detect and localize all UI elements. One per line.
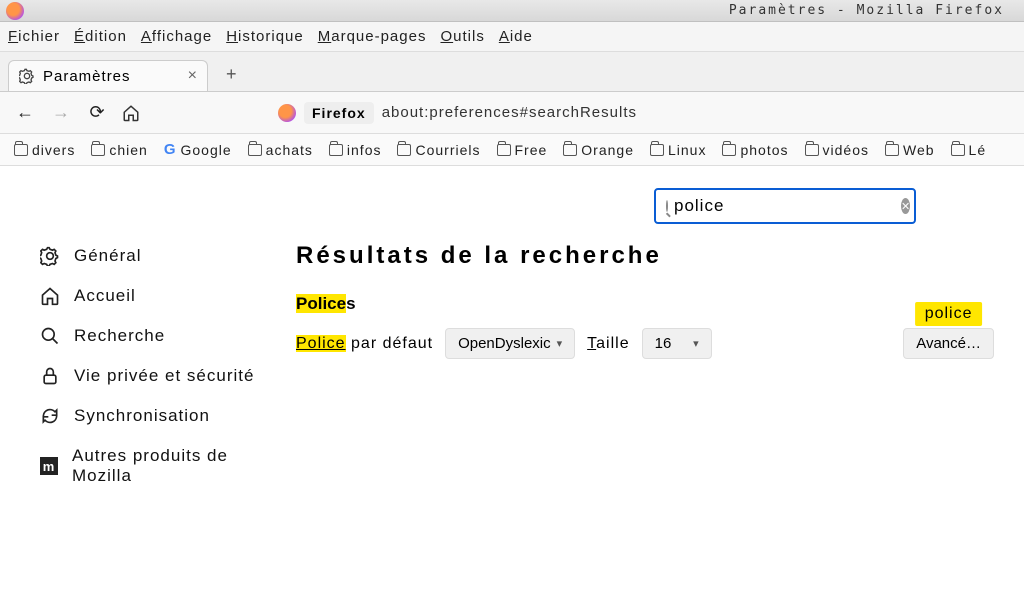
bookmark-divers[interactable]: divers (14, 142, 75, 158)
navigation-toolbar: ← → ⟳ Firefox about:preferences#searchRe… (0, 92, 1024, 134)
google-icon: G (164, 141, 177, 158)
menu-bookmarks[interactable]: Marque-pages (318, 28, 427, 45)
lock-icon (40, 366, 60, 386)
settings-content: Général Accueil Recherche Vie privée et … (0, 166, 1024, 613)
font-family-value: OpenDyslexic (458, 335, 551, 352)
url-text: about:preferences#searchResults (382, 104, 637, 121)
reload-button[interactable]: ⟳ (86, 102, 108, 123)
default-font-label: Police par défaut (296, 335, 433, 353)
tab-bar: Paramètres × + (0, 52, 1024, 92)
font-family-select[interactable]: OpenDyslexic ▾ (445, 328, 575, 359)
bookmark-achats[interactable]: achats (248, 142, 313, 158)
sidebar-item-home[interactable]: Accueil (40, 276, 260, 316)
sidebar-label: Accueil (74, 286, 136, 306)
chevron-down-icon: ▾ (693, 337, 699, 350)
search-match-badge: police (915, 302, 983, 326)
advanced-fonts-button[interactable]: Avancé… (903, 328, 994, 359)
gear-icon (19, 68, 35, 84)
home-button[interactable] (122, 104, 144, 122)
bookmark-videos[interactable]: vidéos (805, 142, 869, 158)
folder-icon (885, 144, 899, 156)
bookmarks-toolbar: divers chien GGoogle achats infos Courri… (0, 134, 1024, 166)
mozilla-icon: m (40, 456, 58, 476)
folder-icon (248, 144, 262, 156)
bookmark-chien[interactable]: chien (91, 142, 147, 158)
font-size-label: Taille (587, 335, 629, 353)
bookmark-photos[interactable]: photos (722, 142, 788, 158)
sync-icon (40, 406, 60, 426)
sidebar-label: Recherche (74, 326, 165, 346)
fonts-section-heading: Polices (296, 294, 994, 314)
menu-tools[interactable]: Outils (440, 28, 484, 45)
search-icon (40, 326, 60, 346)
default-font-row: Police par défaut OpenDyslexic ▾ Taille … (296, 328, 994, 359)
font-size-value: 16 (655, 335, 672, 352)
folder-icon (329, 144, 343, 156)
sidebar-label: Vie privée et sécurité (74, 366, 254, 386)
tab-close-button[interactable]: × (188, 67, 197, 85)
settings-main-panel: Résultats de la recherche Polices Police… (280, 166, 1024, 613)
bookmark-infos[interactable]: infos (329, 142, 382, 158)
url-identity-badge: Firefox (304, 102, 374, 124)
tab-settings[interactable]: Paramètres × (8, 60, 208, 91)
sidebar-item-sync[interactable]: Synchronisation (40, 396, 260, 436)
bookmark-linux[interactable]: Linux (650, 142, 706, 158)
bookmark-free[interactable]: Free (497, 142, 548, 158)
new-tab-button[interactable]: + (216, 58, 247, 91)
firefox-icon (278, 104, 296, 122)
sidebar-label: Général (74, 246, 141, 266)
chevron-down-icon: ▾ (557, 337, 563, 350)
highlight-text: Police (296, 294, 346, 313)
window-titlebar: Paramètres - Mozilla Firefox (0, 0, 1024, 22)
folder-icon (951, 144, 965, 156)
window-title: Paramètres - Mozilla Firefox (729, 3, 1004, 18)
sidebar-label: Autres produits de Mozilla (72, 446, 260, 486)
bookmark-web[interactable]: Web (885, 142, 935, 158)
forward-button[interactable]: → (50, 102, 72, 123)
sidebar-label: Synchronisation (74, 406, 210, 426)
folder-icon (650, 144, 664, 156)
menu-help[interactable]: Aide (499, 28, 533, 45)
folder-icon (563, 144, 577, 156)
bookmark-truncated[interactable]: Lé (951, 142, 987, 158)
sidebar-item-more-mozilla[interactable]: m Autres produits de Mozilla (40, 436, 260, 496)
menu-bar: Fichier Édition Affichage Historique Mar… (0, 22, 1024, 52)
sidebar-item-search[interactable]: Recherche (40, 316, 260, 356)
advanced-label: Avancé… (916, 335, 981, 352)
folder-icon (91, 144, 105, 156)
bookmark-orange[interactable]: Orange (563, 142, 634, 158)
folder-icon (497, 144, 511, 156)
menu-view[interactable]: Affichage (141, 28, 212, 45)
sidebar-item-privacy[interactable]: Vie privée et sécurité (40, 356, 260, 396)
menu-file[interactable]: Fichier (8, 28, 60, 45)
menu-edit[interactable]: Édition (74, 28, 127, 45)
home-icon (40, 286, 60, 306)
highlight-text: Police (296, 335, 346, 352)
firefox-logo-icon (6, 2, 24, 20)
settings-sidebar: Général Accueil Recherche Vie privée et … (0, 166, 280, 613)
folder-icon (722, 144, 736, 156)
folder-icon (805, 144, 819, 156)
bookmark-courriels[interactable]: Courriels (397, 142, 480, 158)
bookmark-google[interactable]: GGoogle (164, 141, 232, 158)
folder-icon (14, 144, 28, 156)
folder-icon (397, 144, 411, 156)
url-bar[interactable]: Firefox about:preferences#searchResults (278, 102, 637, 124)
font-size-select[interactable]: 16 ▾ (642, 328, 712, 359)
back-button[interactable]: ← (14, 102, 36, 123)
sidebar-item-general[interactable]: Général (40, 236, 260, 276)
gear-icon (40, 246, 60, 266)
tab-title: Paramètres (43, 68, 180, 85)
menu-history[interactable]: Historique (226, 28, 304, 45)
search-results-heading: Résultats de la recherche (296, 242, 994, 270)
